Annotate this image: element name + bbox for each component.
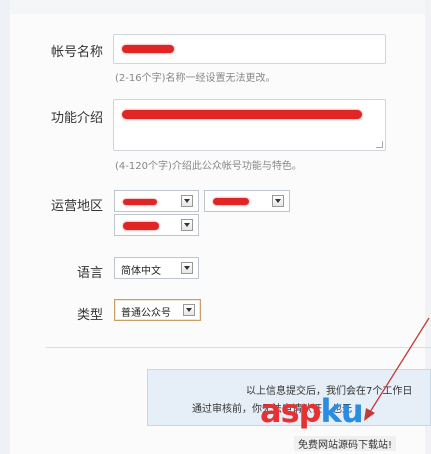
site-watermark: aspku 免费网站源码下载站! <box>260 392 431 451</box>
watermark-logo: aspku <box>260 392 364 430</box>
registration-form-screen: 帐号名称 (2-16个字)名称一经设置无法更改。 功能介绍 (4-120个字)介… <box>0 0 431 454</box>
watermark-tagline: 免费网站源码下载站! <box>294 436 397 451</box>
annotation-arrow <box>364 317 430 421</box>
